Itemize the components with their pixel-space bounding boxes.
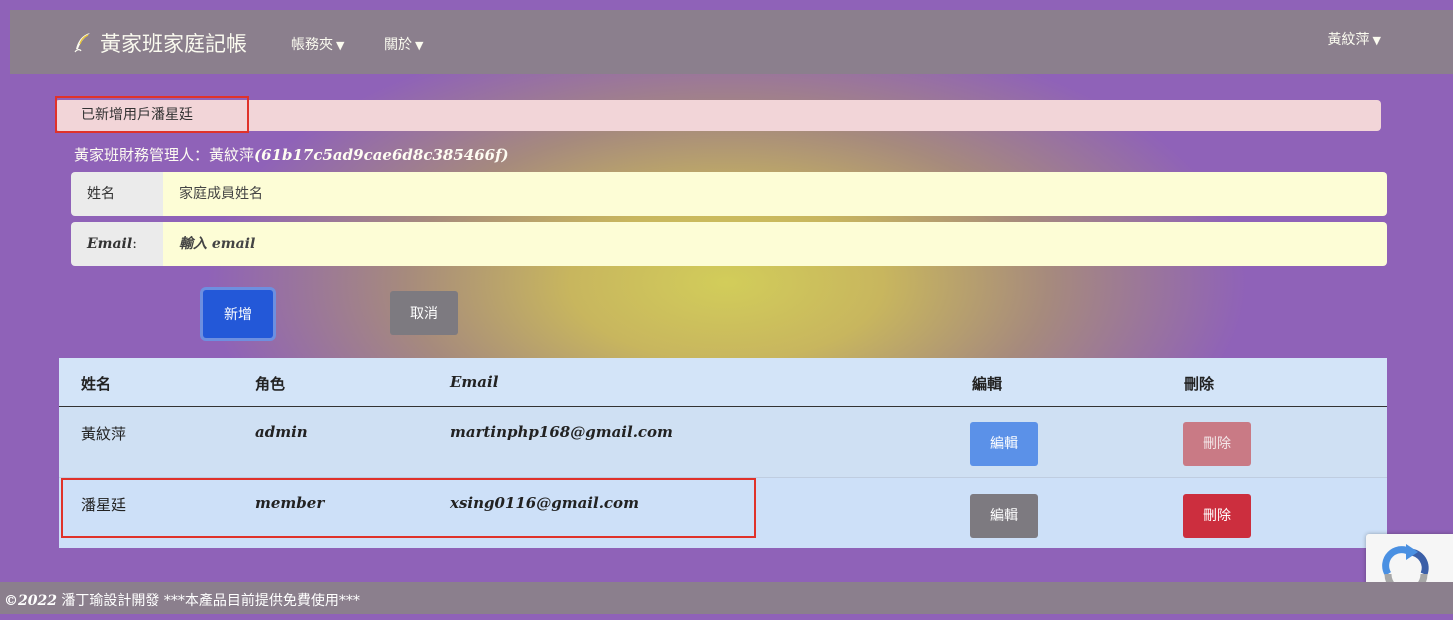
brand-title: 黃家班家庭記帳 xyxy=(100,32,247,56)
cancel-button[interactable]: 取消 xyxy=(390,291,458,335)
name-input[interactable] xyxy=(163,172,1387,216)
row-email: martinphp168@gmail.com xyxy=(450,423,673,441)
email-label-text: Email xyxy=(87,236,133,252)
footer: ©2022 潘丁瑜設計開發 ***本產品目前提供免費使用*** xyxy=(0,582,1453,614)
menu-accounts[interactable]: 帳務夾 ▼ xyxy=(291,34,344,54)
manager-label: 黃家班財務管理人：黃紋萍 xyxy=(74,146,255,164)
email-label: Email: xyxy=(71,222,163,266)
success-alert: 已新增用戶潘星廷 xyxy=(55,100,1381,131)
navbar: 黃家班家庭記帳 帳務夾 ▼ 關於 ▼ 黃紋萍 ▼ xyxy=(10,10,1453,74)
header-edit: 編輯 xyxy=(972,375,1003,393)
edit-button[interactable]: 編輯 xyxy=(970,494,1038,538)
table-header: 姓名 角色 Email 編輯 刪除 xyxy=(59,358,1387,407)
header-delete: 刪除 xyxy=(1184,375,1215,393)
caret-down-icon: ▼ xyxy=(336,39,345,52)
header-email: Email xyxy=(450,373,499,391)
edit-button[interactable]: 編輯 xyxy=(970,422,1038,466)
name-field-group: 姓名 xyxy=(71,172,1387,216)
header-role: 角色 xyxy=(255,375,286,393)
annotation-box-new-member xyxy=(61,478,756,538)
email-label-colon: : xyxy=(132,236,137,252)
annotation-box-alert xyxy=(55,96,249,133)
header-name: 姓名 xyxy=(81,375,112,393)
menu-about[interactable]: 關於 ▼ xyxy=(384,34,423,54)
quill-logo-icon xyxy=(74,33,90,53)
footer-year: ©2022 xyxy=(4,593,57,609)
menu-accounts-label: 帳務夾 xyxy=(291,37,333,53)
caret-down-icon: ▼ xyxy=(415,39,424,52)
table-row: 黃紋萍 admin martinphp168@gmail.com 編輯 刪除 xyxy=(59,407,1387,478)
add-button[interactable]: 新增 xyxy=(203,290,273,338)
footer-text: 潘丁瑜設計開發 ***本產品目前提供免費使用*** xyxy=(56,593,360,609)
name-label: 姓名 xyxy=(71,172,163,216)
delete-button[interactable]: 刪除 xyxy=(1183,494,1251,538)
brand[interactable]: 黃家班家庭記帳 xyxy=(72,28,247,58)
delete-button[interactable]: 刪除 xyxy=(1183,422,1251,466)
caret-down-icon: ▼ xyxy=(1372,34,1381,47)
row-role: admin xyxy=(255,423,308,441)
user-name: 黃紋萍 xyxy=(1327,32,1370,48)
row-name: 黃紋萍 xyxy=(81,425,127,443)
email-field-group: Email: xyxy=(71,222,1387,266)
user-menu[interactable]: 黃紋萍 ▼ xyxy=(1328,29,1381,49)
manager-info: 黃家班財務管理人：黃紋萍(61b17c5ad9cae6d8c385466f) xyxy=(74,144,509,165)
menu-about-label: 關於 xyxy=(384,37,412,53)
manager-id: (61b17c5ad9cae6d8c385466f) xyxy=(254,146,509,164)
email-input[interactable] xyxy=(163,222,1387,266)
